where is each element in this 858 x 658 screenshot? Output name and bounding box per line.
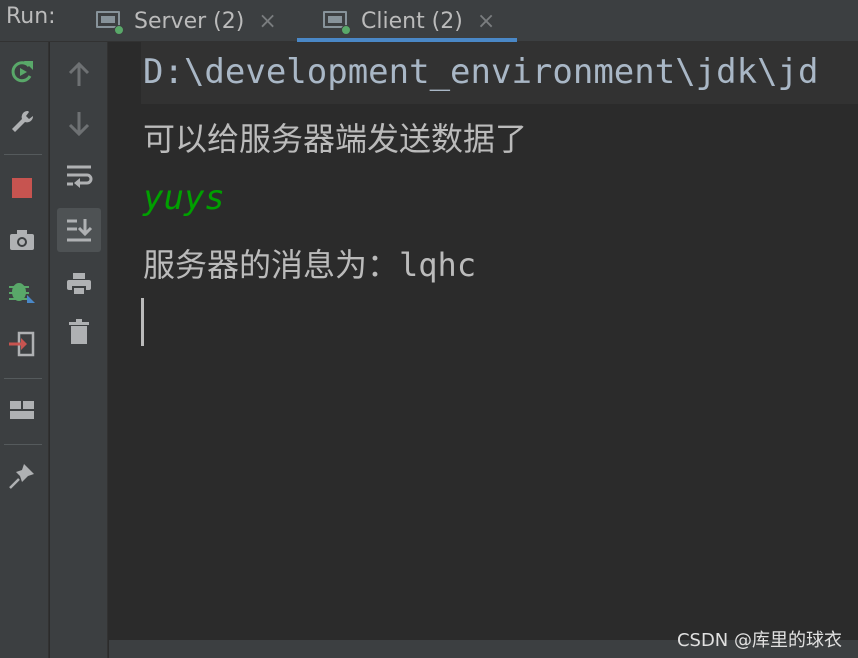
trash-icon[interactable] [63,316,95,348]
user-input-text: yuys [143,178,225,218]
server-message-prefix: 服务器的消息为： [143,246,400,284]
toolbar-separator [4,444,42,445]
watermark: CSDN @库里的球衣 [676,630,842,651]
print-icon[interactable] [63,268,95,300]
stop-icon[interactable] [6,172,38,204]
tab-client[interactable]: Client (2) × [297,0,517,42]
up-arrow-icon[interactable] [63,58,95,90]
tab-server[interactable]: Server (2) × [96,0,286,42]
tab-client-label: Client (2) [361,8,463,34]
primary-toolbar [0,42,49,658]
pin-icon[interactable] [6,460,38,492]
command-line-text: D:\development_environment\jdk\jd [143,52,819,92]
run-config-icon [323,10,351,35]
scroll-to-end-icon[interactable] [57,208,101,252]
console-output[interactable]: D:\development_environment\jdk\jd 可以给服务器… [109,42,858,640]
close-icon[interactable]: × [258,9,276,34]
run-config-icon [96,10,124,35]
run-label: Run: [6,4,56,29]
wrench-icon[interactable] [6,106,38,138]
close-icon[interactable]: × [477,9,495,34]
rerun-icon[interactable] [6,56,38,88]
toolbar-separator [4,378,42,379]
layout-icon[interactable] [6,394,38,426]
toolbar-separator [4,154,42,155]
console-line: 服务器的消息为：lqhc [143,240,476,286]
console-line: 可以给服务器端发送数据了 [143,120,528,158]
exit-icon[interactable] [6,328,38,360]
soft-wrap-icon[interactable] [63,160,95,192]
secondary-toolbar [50,42,108,658]
tab-server-label: Server (2) [134,8,245,34]
debug-icon[interactable] [6,276,38,308]
down-arrow-icon[interactable] [63,108,95,140]
server-message-value: lqhc [399,246,477,284]
camera-icon[interactable] [6,224,38,256]
run-tool-window-header: Run: Server (2) × Client (2) × [0,0,858,42]
text-caret [141,298,144,346]
